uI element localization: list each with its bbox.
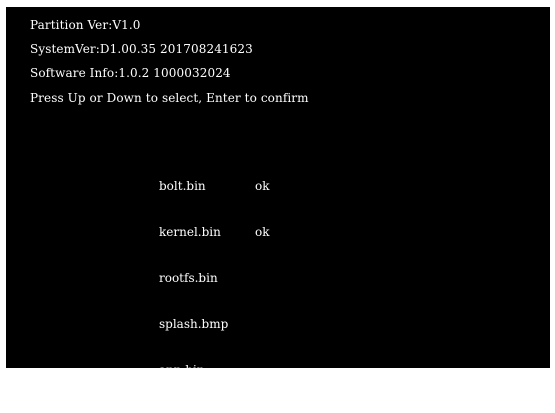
file-name: splash.bmp [159, 317, 229, 331]
file-status: ok [255, 225, 270, 239]
file-item-app[interactable]: app.bin [159, 364, 319, 386]
boot-console-screen: Partition Ver:V1.0 SystemVer:D1.00.35 20… [6, 7, 550, 376]
partition-file-list[interactable]: bolt.bin ok kernel.bin ok rootfs.bin spl… [159, 156, 319, 410]
file-status: ok [255, 179, 270, 193]
file-name: rootfs.bin [159, 271, 218, 285]
file-item-splash[interactable]: splash.bmp [159, 318, 319, 340]
file-item-bolt[interactable]: bolt.bin ok [159, 180, 319, 202]
instruction-prompt: Press Up or Down to select, Enter to con… [30, 91, 309, 105]
file-name: bolt.bin [159, 179, 206, 193]
file-item-rootfs[interactable]: rootfs.bin [159, 272, 319, 294]
file-item-kernel[interactable]: kernel.bin ok [159, 226, 319, 248]
file-name: kernel.bin [159, 225, 221, 239]
software-info-text: Software Info:1.0.2 1000032024 [30, 66, 231, 80]
system-version-text: SystemVer:D1.00.35 201708241623 [30, 42, 253, 56]
partition-version-text: Partition Ver:V1.0 [30, 18, 141, 32]
file-name: app.bin [159, 363, 205, 377]
